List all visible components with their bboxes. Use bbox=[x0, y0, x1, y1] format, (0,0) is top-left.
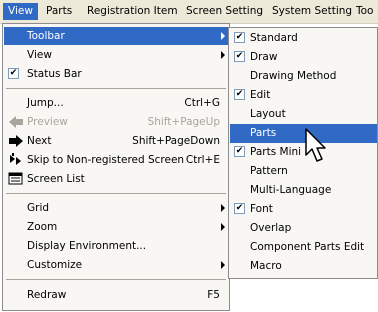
submenu-arrow-icon bbox=[221, 51, 225, 59]
checkbox-checked-icon: ✔ bbox=[234, 51, 245, 62]
menu-item-view[interactable]: View bbox=[4, 46, 228, 64]
menu-item-preview[interactable]: Preview Shift+PageUp bbox=[4, 113, 228, 131]
toolbar-item-label: Layout bbox=[250, 108, 286, 120]
menu-screen-setting-label: Screen Setting bbox=[186, 5, 264, 17]
arrow-left-icon bbox=[9, 116, 23, 128]
menu-item-next-label: Next bbox=[27, 135, 52, 147]
skip-arrows-icon bbox=[10, 153, 21, 165]
menu-item-jump-label: Jump... bbox=[27, 97, 64, 109]
toolbar-item-font[interactable]: ✔ Font bbox=[230, 200, 377, 219]
menu-item-next[interactable]: Next Shift+PageDown bbox=[4, 132, 228, 150]
menu-view-label: View bbox=[8, 5, 33, 17]
menu-item-screen-list-label: Screen List bbox=[27, 173, 85, 185]
submenu-arrow-icon bbox=[221, 223, 225, 231]
toolbar-item-label: Edit bbox=[250, 89, 271, 101]
toolbar-item-parts[interactable]: Parts bbox=[230, 124, 377, 143]
toolbar-item-label: Pattern bbox=[250, 165, 288, 177]
toolbar-item-label: Overlap bbox=[250, 222, 292, 234]
toolbar-submenu: ✔ Standard ✔ Draw Drawing Method ✔ Edit … bbox=[228, 27, 378, 279]
menu-item-redraw[interactable]: Redraw F5 bbox=[4, 286, 228, 304]
shortcut-label: Ctrl+G bbox=[184, 97, 220, 109]
menu-item-screen-list[interactable]: Screen List bbox=[4, 170, 228, 188]
toolbar-item-multi-language[interactable]: Multi-Language bbox=[230, 181, 377, 200]
shortcut-label: Shift+PageUp bbox=[147, 116, 220, 128]
menu-tools[interactable]: Too bbox=[351, 3, 378, 20]
toolbar-item-draw[interactable]: ✔ Draw bbox=[230, 48, 377, 67]
shortcut-label: Shift+PageDown bbox=[132, 135, 220, 147]
menu-item-redraw-label: Redraw bbox=[27, 289, 67, 301]
menu-registration-item[interactable]: Registration Item bbox=[82, 3, 183, 20]
menu-system-setting[interactable]: System Setting bbox=[267, 3, 357, 20]
checkbox-checked-icon: ✔ bbox=[234, 146, 245, 157]
toolbar-item-label: Parts bbox=[250, 127, 277, 139]
checkbox-checked-icon: ✔ bbox=[234, 89, 245, 100]
menu-item-status-bar[interactable]: ✔ Status Bar bbox=[4, 65, 228, 83]
menu-item-view-label: View bbox=[27, 49, 52, 61]
toolbar-item-pattern[interactable]: Pattern bbox=[230, 162, 377, 181]
menu-screen-setting[interactable]: Screen Setting bbox=[181, 3, 268, 20]
checkbox-checked-icon: ✔ bbox=[8, 68, 19, 79]
menu-item-zoom[interactable]: Zoom bbox=[4, 218, 228, 236]
toolbar-item-label: Component Parts Edit bbox=[250, 241, 365, 253]
menu-system-setting-label: System Setting bbox=[272, 5, 353, 17]
menu-item-status-bar-label: Status Bar bbox=[27, 68, 82, 80]
toolbar-item-label: Multi-Language bbox=[250, 184, 332, 196]
toolbar-item-macro[interactable]: Macro bbox=[230, 257, 377, 276]
toolbar-item-label: Font bbox=[250, 203, 273, 215]
checkbox-checked-icon: ✔ bbox=[234, 203, 245, 214]
menu-item-customize-label: Customize bbox=[27, 259, 83, 271]
toolbar-item-edit[interactable]: ✔ Edit bbox=[230, 86, 377, 105]
toolbar-item-label: Standard bbox=[250, 32, 298, 44]
menu-item-display-environment[interactable]: Display Environment... bbox=[4, 237, 228, 255]
menu-item-toolbar-label: Toolbar bbox=[27, 30, 65, 42]
arrow-right-icon bbox=[9, 135, 23, 147]
menu-item-toolbar[interactable]: Toolbar bbox=[4, 27, 228, 45]
menu-item-grid[interactable]: Grid bbox=[4, 199, 228, 217]
menu-item-skip-label: Skip to Non-registered Screen bbox=[27, 154, 185, 166]
toolbar-item-component-parts-edit[interactable]: Component Parts Edit bbox=[230, 238, 377, 257]
menu-item-skip[interactable]: Skip to Non-registered Screen Ctrl+E bbox=[4, 151, 228, 169]
submenu-arrow-icon bbox=[221, 32, 225, 40]
mouse-cursor-icon bbox=[305, 128, 326, 162]
menu-item-display-environment-label: Display Environment... bbox=[27, 240, 147, 252]
toolbar-item-label: Macro bbox=[250, 260, 282, 272]
shortcut-label: F5 bbox=[207, 289, 220, 301]
checkbox-checked-icon: ✔ bbox=[234, 32, 245, 43]
menu-registration-item-label: Registration Item bbox=[87, 5, 178, 17]
menu-tools-label: Too bbox=[356, 5, 374, 17]
submenu-arrow-icon bbox=[221, 204, 225, 212]
menu-item-grid-label: Grid bbox=[27, 202, 50, 214]
submenu-arrow-icon bbox=[221, 261, 225, 269]
menu-separator bbox=[6, 279, 226, 280]
toolbar-item-label: Parts Mini bbox=[250, 146, 302, 158]
menu-item-preview-label: Preview bbox=[27, 116, 68, 128]
menu-separator bbox=[6, 88, 226, 89]
toolbar-item-overlap[interactable]: Overlap bbox=[230, 219, 377, 238]
menu-parts-label: Parts bbox=[46, 5, 73, 17]
screen-list-icon bbox=[8, 172, 23, 185]
view-menu: Toolbar View ✔ Status Bar Jump... Ctrl+G… bbox=[2, 23, 230, 311]
menu-bar: View Parts Registration Item Screen Sett… bbox=[0, 0, 378, 24]
menu-view[interactable]: View bbox=[3, 3, 38, 20]
menu-item-zoom-label: Zoom bbox=[27, 221, 58, 233]
toolbar-item-parts-mini[interactable]: ✔ Parts Mini bbox=[230, 143, 377, 162]
toolbar-item-standard[interactable]: ✔ Standard bbox=[230, 29, 377, 48]
toolbar-item-label: Drawing Method bbox=[250, 70, 337, 82]
toolbar-item-drawing-method[interactable]: Drawing Method bbox=[230, 67, 377, 86]
menu-item-customize[interactable]: Customize bbox=[4, 256, 228, 274]
menu-separator bbox=[6, 193, 226, 194]
menu-parts[interactable]: Parts bbox=[41, 3, 77, 20]
shortcut-label: Ctrl+E bbox=[185, 154, 220, 166]
toolbar-item-label: Draw bbox=[250, 51, 278, 63]
toolbar-item-layout[interactable]: Layout bbox=[230, 105, 377, 124]
menu-item-jump[interactable]: Jump... Ctrl+G bbox=[4, 94, 228, 112]
